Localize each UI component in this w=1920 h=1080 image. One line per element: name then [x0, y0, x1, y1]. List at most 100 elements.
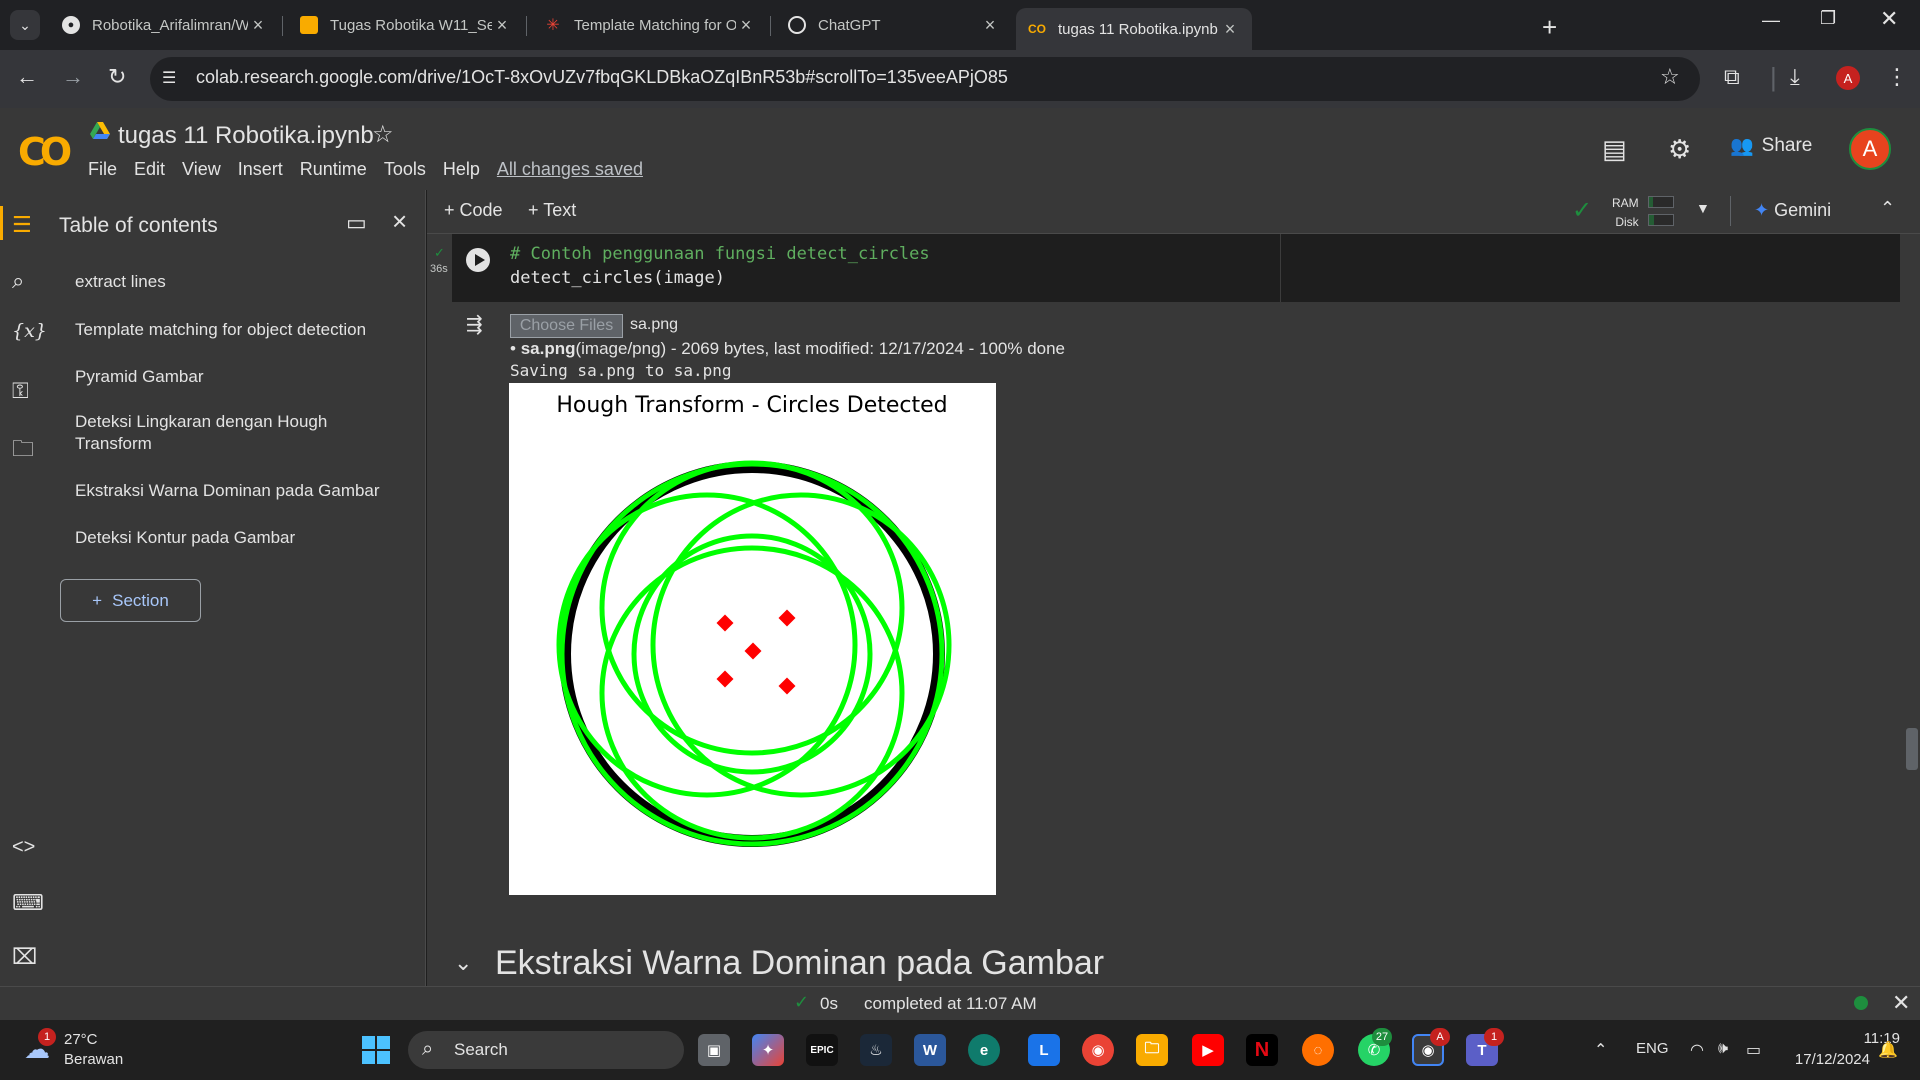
variables-icon[interactable]: {x}	[12, 320, 47, 342]
run-cell-button[interactable]	[466, 248, 490, 272]
taskbar-search-box[interactable]	[408, 1031, 684, 1069]
rail-active-indicator	[0, 206, 3, 240]
settings-gear-icon[interactable]: ⚙	[1668, 134, 1691, 165]
command-palette-icon[interactable]: ⌨	[12, 890, 44, 916]
toc-item[interactable]: extract lines	[75, 271, 405, 293]
epic-games-icon[interactable]: EPIC	[806, 1034, 838, 1066]
window-close-icon[interactable]: ✕	[1880, 6, 1898, 32]
choose-files-button[interactable]: Choose Files	[510, 314, 623, 338]
tray-overflow-icon[interactable]: ⌃	[1594, 1040, 1607, 1060]
close-tab-icon[interactable]: ×	[492, 15, 512, 36]
table-of-contents-icon[interactable]: ☰	[12, 212, 32, 238]
star-notebook-icon[interactable]: ☆	[372, 120, 394, 149]
bookmark-star-icon[interactable]: ☆	[1660, 64, 1680, 90]
profile-avatar[interactable]: A	[1836, 66, 1860, 90]
l-app-icon[interactable]: L	[1028, 1034, 1060, 1066]
comments-icon[interactable]: ▤	[1602, 134, 1627, 165]
notebook-title[interactable]: tugas 11 Robotika.ipynb	[118, 122, 374, 150]
code-line-call[interactable]: detect_circles(image)	[510, 268, 725, 288]
status-message[interactable]: completed at 11:07 AM	[864, 994, 1037, 1014]
close-tab-icon[interactable]: ×	[248, 15, 268, 36]
close-tab-icon[interactable]: ×	[1220, 19, 1240, 40]
toc-item[interactable]: Pyramid Gambar	[75, 366, 405, 388]
menu-view[interactable]: View	[182, 159, 221, 180]
circle-center-marker	[778, 609, 796, 627]
add-code-cell-button[interactable]: + Code	[444, 200, 503, 221]
close-tab-icon[interactable]: ×	[980, 15, 1000, 36]
toc-item[interactable]: Ekstraksi Warna Dominan pada Gambar	[75, 480, 405, 502]
clock-date[interactable]: 17/12/2024	[1786, 1051, 1870, 1068]
code-line-comment[interactable]: # Contoh penggunaan fungsi detect_circle…	[510, 244, 930, 264]
reload-icon[interactable]: ↻	[108, 64, 126, 90]
browser-tab-slides[interactable]: Tugas Robotika W11_Semester ×	[288, 8, 524, 42]
output-actions-icon[interactable]: ⇶	[466, 312, 483, 337]
toc-item[interactable]: Deteksi Kontur pada Gambar	[75, 527, 405, 549]
volume-icon[interactable]: 🕪	[1718, 1040, 1728, 1058]
add-section-button[interactable]: + Section	[60, 579, 201, 622]
toc-item[interactable]: Deteksi Lingkaran dengan Hough Transform	[75, 411, 365, 455]
menu-insert[interactable]: Insert	[238, 159, 283, 180]
back-icon[interactable]: ←	[16, 64, 38, 90]
download-icon[interactable]: ⤓	[1790, 64, 1800, 90]
wifi-icon[interactable]: ◠	[1690, 1040, 1704, 1060]
save-status[interactable]: All changes saved	[497, 159, 643, 180]
section-heading[interactable]: Ekstraksi Warna Dominan pada Gambar	[495, 944, 1104, 983]
copilot-icon[interactable]: ✦	[752, 1034, 784, 1066]
steam-icon[interactable]: ♨	[860, 1034, 892, 1066]
edge-icon[interactable]: e	[968, 1034, 1000, 1066]
gemini-button[interactable]: ✦ Gemini	[1754, 200, 1831, 221]
share-button[interactable]: 👥 Share	[1730, 134, 1812, 158]
colab-logo[interactable]: CO	[18, 130, 72, 174]
runtime-dropdown-icon[interactable]: ▼	[1696, 200, 1710, 216]
resource-monitor[interactable]: RAM Disk	[1612, 194, 1639, 232]
search-icon[interactable]: ⌕	[12, 268, 24, 294]
menu-tools[interactable]: Tools	[384, 159, 426, 180]
netflix-icon[interactable]: N	[1246, 1034, 1278, 1066]
menu-edit[interactable]: Edit	[134, 159, 165, 180]
app-ring-icon[interactable]: ◌	[1302, 1034, 1334, 1066]
close-status-icon[interactable]: ✕	[1892, 990, 1910, 1016]
open-in-tab-icon[interactable]: ▭	[346, 210, 367, 236]
toc-item[interactable]: Template matching for object detection	[75, 319, 405, 341]
tab-search-button[interactable]: ⌄	[10, 10, 40, 40]
site-info-icon[interactable]: ☰	[162, 68, 176, 88]
url-text[interactable]: colab.research.google.com/drive/1OcT-8xO…	[196, 67, 1008, 88]
restore-icon[interactable]: ❐	[1820, 8, 1836, 29]
menu-file[interactable]: File	[88, 159, 117, 180]
weather-description[interactable]: Berawan	[64, 1051, 123, 1068]
browser-tab-colab[interactable]: CO tugas 11 Robotika.ipynb - Colab ×	[1016, 8, 1252, 50]
close-tab-icon[interactable]: ×	[736, 15, 756, 36]
chrome-icon[interactable]: ◉	[1082, 1034, 1114, 1066]
task-view-icon[interactable]: ▣	[698, 1034, 730, 1066]
terminal-icon[interactable]: ⌧	[12, 944, 37, 970]
browser-tab-github[interactable]: ● Robotika_Arifalimran/Week 10/ ×	[50, 8, 280, 42]
account-avatar[interactable]: A	[1849, 128, 1891, 170]
collapse-section-icon[interactable]: ⌄	[454, 950, 472, 976]
tab-title: Tugas Robotika W11_Semester	[330, 16, 492, 34]
secrets-key-icon[interactable]: ⚿	[12, 378, 29, 404]
browser-tab-chatgpt[interactable]: ChatGPT ×	[776, 8, 1012, 42]
close-panel-icon[interactable]: ×	[392, 206, 407, 237]
weather-temperature[interactable]: 27°C	[64, 1031, 98, 1048]
language-indicator[interactable]: ENG	[1636, 1040, 1669, 1057]
scrollbar-thumb[interactable]	[1906, 728, 1918, 770]
word-icon[interactable]: W	[914, 1034, 946, 1066]
menu-help[interactable]: Help	[443, 159, 480, 180]
files-folder-icon[interactable]: 🗀	[12, 432, 34, 470]
notification-bell-icon[interactable]: 🔔	[1878, 1040, 1898, 1060]
collapse-header-icon[interactable]: ⌃	[1880, 198, 1895, 219]
windows-start-icon[interactable]	[362, 1036, 390, 1064]
browser-tab-opencv[interactable]: ✳ Template Matching for Object D ×	[532, 8, 768, 42]
code-snippets-icon[interactable]: <>	[12, 836, 35, 859]
youtube-icon[interactable]: ▶	[1192, 1034, 1224, 1066]
add-text-cell-button[interactable]: + Text	[528, 200, 576, 221]
extensions-icon[interactable]: ⧉	[1724, 64, 1740, 90]
battery-icon[interactable]: ▭	[1746, 1040, 1761, 1060]
minimize-icon[interactable]: —	[1762, 10, 1780, 31]
toolbar-divider: |	[1770, 62, 1777, 92]
menu-runtime[interactable]: Runtime	[300, 159, 367, 180]
forward-icon[interactable]: →	[62, 64, 84, 90]
file-explorer-icon[interactable]: 🗀	[1136, 1034, 1168, 1066]
browser-menu-icon[interactable]: ⋮	[1886, 64, 1908, 90]
new-tab-icon[interactable]: +	[1542, 12, 1557, 43]
